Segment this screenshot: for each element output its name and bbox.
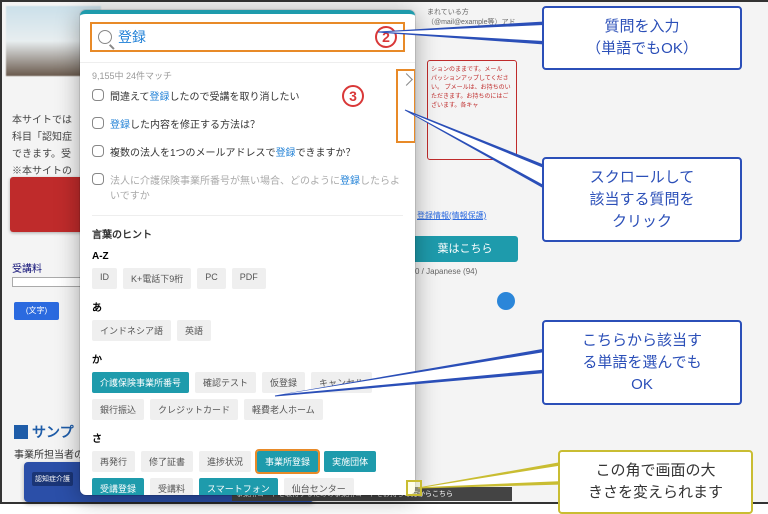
hint-tag[interactable]: インドネシア語 (92, 320, 171, 341)
match-count: 9,155中 24件マッチ (92, 69, 403, 82)
hint-tag[interactable]: 仙台センター (284, 478, 354, 495)
tag-row: 再発行修了証書進捗状況事業所登録実施団体受講登録受講料スマートフォン仙台センター (92, 451, 403, 495)
lang-indicator: 0 / Japanese (94) (415, 267, 515, 277)
results-scroll-area[interactable]: 9,155中 24件マッチ 間違えて登録したので受講を取り消したい登録した内容を… (80, 67, 415, 495)
hint-tag[interactable]: 再発行 (92, 451, 135, 472)
group-label: あ (92, 299, 403, 314)
chat-bubble-icon (92, 117, 104, 129)
fee-label: 受講料 (12, 260, 42, 275)
hint-tag[interactable]: K+電話下9桁 (123, 268, 191, 289)
leader-tags (275, 348, 555, 398)
tag-row: インドネシア語英語 (92, 320, 403, 341)
question-row[interactable]: 登録した内容を修正する方法は？ (92, 110, 403, 138)
question-row[interactable]: 複数の法人を1つのメールアドレスで登録できますか？ (92, 138, 403, 166)
leader-resize (418, 462, 568, 496)
hint-tag[interactable]: PDF (232, 268, 266, 289)
teal-cta[interactable]: 葉はこちら (412, 236, 518, 262)
hint-heading: 言葉のヒント (92, 215, 403, 241)
tag-row: ID K+電話下9桁 PC PDF (92, 268, 403, 289)
chat-bubble-icon (92, 145, 104, 157)
question-text: 間違えて登録したので受講を取り消したい (110, 88, 300, 103)
question-text: 法人に介護保険事業所番号が無い場合、どのように登録したらよいですか (110, 172, 403, 202)
search-icon (98, 30, 112, 44)
right-link[interactable]: 登録情報(情報保護) (417, 210, 486, 221)
chat-bubble-icon (92, 89, 104, 101)
leader-input (378, 22, 548, 52)
group-label: A-Z (92, 251, 403, 262)
hint-tag[interactable]: クレジットカード (150, 399, 238, 420)
search-input[interactable] (118, 29, 369, 45)
hint-tag[interactable]: 事業所登録 (257, 451, 318, 472)
hint-tag[interactable]: スマートフォン (199, 478, 278, 495)
hint-tag[interactable]: 介護保険事業所番号 (92, 372, 189, 393)
question-text: 登録した内容を修正する方法は？ (110, 116, 260, 131)
hint-tag[interactable]: PC (197, 268, 226, 289)
hint-tag[interactable]: 英語 (177, 320, 211, 341)
step-badge-3: 3 (342, 85, 364, 107)
callout-scroll: スクロールして 該当する質問を クリック (542, 157, 742, 242)
hint-tag[interactable]: 進捗状況 (199, 451, 251, 472)
hint-tag[interactable]: 軽費老人ホーム (244, 399, 323, 420)
hint-tag[interactable]: 修了証書 (141, 451, 193, 472)
hint-tag[interactable]: 実施団体 (324, 451, 376, 472)
help-popup: 2 9,155中 24件マッチ 間違えて登録したので受講を取り消したい登録した内… (80, 10, 415, 495)
callout-input: 質問を入力 （単語でもOK） (542, 6, 742, 70)
hint-tag[interactable]: 銀行振込 (92, 399, 144, 420)
hint-tag[interactable]: 受講料 (150, 478, 193, 495)
search-row-highlight: 2 (90, 22, 405, 52)
divider (80, 62, 415, 63)
hint-tag[interactable]: ID (92, 268, 117, 289)
small-blue-button[interactable]: (文字) (14, 302, 59, 320)
sample-heading: サンプ (14, 422, 74, 442)
callout-tags: こちらから該当す る単語を選んでも OK (542, 320, 742, 405)
chat-bubble-icon (92, 173, 104, 185)
hint-tag[interactable]: 確認テスト (195, 372, 256, 393)
question-row[interactable]: 法人に介護保険事業所番号が無い場合、どのように登録したらよいですか (92, 166, 403, 209)
globe-icon[interactable] (497, 292, 515, 310)
hint-tag[interactable]: 受講登録 (92, 478, 144, 495)
leader-scroll (405, 110, 555, 200)
question-text: 複数の法人を1つのメールアドレスで登録できますか？ (110, 144, 356, 159)
banner-mini: 認知症介護 (32, 472, 73, 486)
group-label: さ (92, 430, 403, 445)
